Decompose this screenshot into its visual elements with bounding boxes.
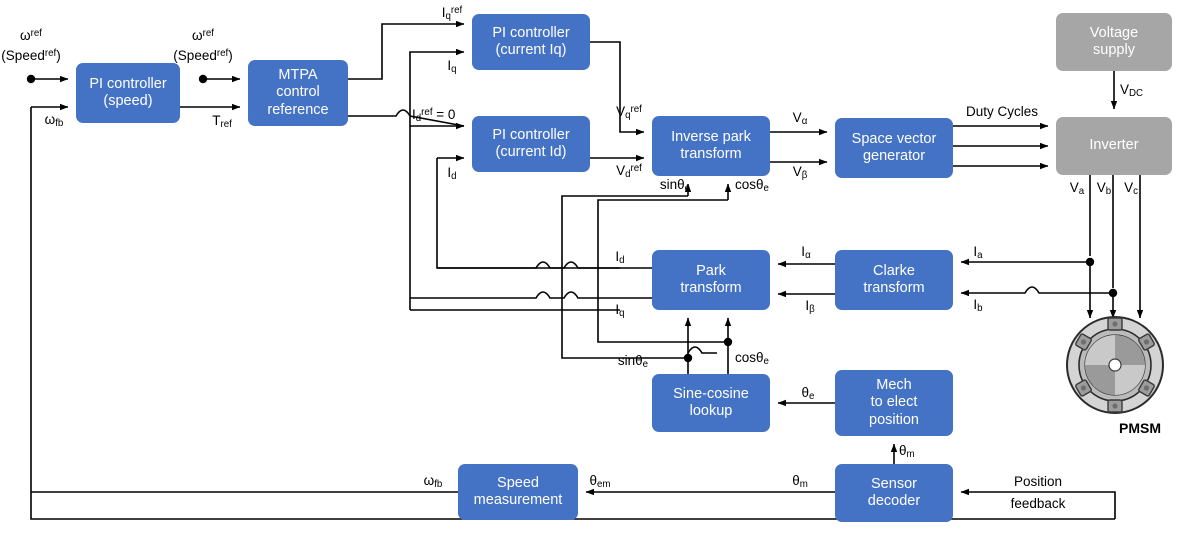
mech-line1: Mech <box>876 377 912 394</box>
label-va: Va <box>1069 180 1085 198</box>
block-inverter[interactable]: Inverter <box>1056 117 1172 175</box>
block-mtpa-control-reference[interactable]: MTPA control reference <box>248 60 348 126</box>
speed-meas-line1: Speed <box>497 474 539 491</box>
inverter-line1: Inverter <box>1089 137 1139 154</box>
junction-dot-wref2 <box>198 74 208 84</box>
sincos-line2: lookup <box>689 403 733 419</box>
speed-meas-line2: measurement <box>473 492 563 508</box>
sensor-line2: decoder <box>867 493 921 509</box>
block-space-vector-generator[interactable]: Space vector generator <box>835 118 953 178</box>
label-park-id: Id <box>615 249 625 267</box>
label-duty-cycles: Duty Cycles <box>965 104 1039 119</box>
label-iq-fb: Iq <box>447 58 457 76</box>
junction-dot-sin <box>683 353 693 363</box>
voltage-supply-line1: Voltage <box>1089 24 1139 41</box>
junction-dot-wref1 <box>26 74 36 84</box>
label-v-beta: Vβ <box>792 164 808 182</box>
label-vb: Vb <box>1096 180 1112 198</box>
label-omega-fb-2: ωfb <box>423 473 443 491</box>
sensor-line1: Sensor <box>871 475 917 492</box>
label-theta-em: θem <box>589 473 611 491</box>
clarke-line1: Clarke <box>873 262 915 279</box>
label-theta-m: θm <box>792 473 808 491</box>
block-mech-to-elect-position[interactable]: Mech to elect position <box>835 370 953 436</box>
wire-sin-hop-park <box>687 346 717 374</box>
voltage-supply-line2: supply <box>1093 42 1135 58</box>
diagram-canvas: PI controller (speed) MTPA control refer… <box>0 0 1183 534</box>
label-v-alpha: Vα <box>792 110 808 128</box>
wire-park-iq-out <box>410 291 652 299</box>
label-sin-theta-e-invpark: sinθe <box>659 177 691 195</box>
label-vc: Vc <box>1124 180 1138 198</box>
block-pi-controller-current-iq[interactable]: PI controller (current Iq) <box>472 14 590 70</box>
label-iq-ref: Iqref <box>441 5 463 23</box>
label-cos-theta-e-park: cosθe <box>735 350 769 368</box>
label-ib: Ib <box>973 297 983 315</box>
label-omega-ref-2: ωref <box>192 28 214 44</box>
pi-speed-line1: PI controller <box>89 75 167 92</box>
block-voltage-supply[interactable]: Voltage supply <box>1056 13 1172 71</box>
block-pi-controller-current-id[interactable]: PI controller (current Id) <box>472 116 590 172</box>
label-id-fb: Id <box>447 165 457 183</box>
mtpa-line1: MTPA <box>278 67 318 84</box>
label-speed-ref-2: (Speedref) <box>173 48 233 64</box>
label-vq-ref: Vqref <box>616 104 642 122</box>
label-id-ref-zero: Idref = 0 <box>412 107 456 125</box>
svg-line1: Space vector <box>851 130 937 147</box>
inv-park-line2: transform <box>680 146 742 162</box>
label-omega-fb-1: ωfb <box>44 112 64 130</box>
park-line1: Park <box>696 262 726 279</box>
label-v-dc: VDC <box>1120 82 1144 100</box>
mtpa-line2: control <box>276 84 320 101</box>
wire-id-feedback-riser <box>436 158 620 269</box>
label-position-feedback-1: Position <box>1013 474 1063 489</box>
label-sin-theta-e-park: sinθe <box>617 353 649 371</box>
sincos-line1: Sine-cosine <box>673 385 749 402</box>
wire-ib-to-clarke <box>960 286 1109 297</box>
label-theta-m-up: θm <box>899 443 915 461</box>
label-t-ref: Tref <box>212 113 232 131</box>
label-vd-ref: Vdref <box>616 163 642 181</box>
label-position-feedback-2: feedback <box>1010 496 1066 511</box>
label-speed-ref-1: (Speedref) <box>1 48 61 64</box>
label-i-beta: Iβ <box>805 298 815 316</box>
label-pmsm: PMSM <box>1119 420 1161 436</box>
block-sine-cosine-lookup[interactable]: Sine-cosine lookup <box>652 374 770 432</box>
mech-line3: position <box>869 411 919 428</box>
label-park-iq: Iq <box>615 302 625 320</box>
park-line2: transform <box>680 280 742 296</box>
svg-line2: generator <box>862 148 926 164</box>
pi-iq-line1: PI controller <box>492 24 570 41</box>
block-sensor-decoder[interactable]: Sensor decoder <box>835 464 953 522</box>
block-pi-controller-speed[interactable]: PI controller (speed) <box>76 63 180 123</box>
pmsm-motor-icon <box>1066 316 1164 414</box>
pi-iq-line2: (current Iq) <box>495 42 567 58</box>
block-clarke-transform[interactable]: Clarke transform <box>835 250 953 310</box>
label-ia: Ia <box>973 244 983 262</box>
clarke-line2: transform <box>863 280 925 296</box>
label-theta-e: θe <box>801 385 815 403</box>
label-i-alpha: Iα <box>801 244 811 262</box>
junction-dot-ib <box>1108 288 1118 298</box>
block-park-transform[interactable]: Park transform <box>652 250 770 310</box>
inv-park-line1: Inverse park <box>671 128 751 145</box>
mtpa-line3: reference <box>267 101 329 118</box>
label-cos-theta-e-invpark: cosθe <box>735 177 769 195</box>
pi-id-line1: PI controller <box>492 126 570 143</box>
junction-dot-cos <box>723 337 733 347</box>
block-inverse-park-transform[interactable]: Inverse park transform <box>652 116 770 176</box>
block-speed-measurement[interactable]: Speed measurement <box>458 464 578 520</box>
junction-dot-ia <box>1085 257 1095 267</box>
pi-id-line2: (current Id) <box>495 144 567 160</box>
label-omega-ref-1: ωref <box>20 28 42 44</box>
pi-speed-line2: (speed) <box>103 93 153 109</box>
mech-line2: to elect <box>870 394 918 411</box>
